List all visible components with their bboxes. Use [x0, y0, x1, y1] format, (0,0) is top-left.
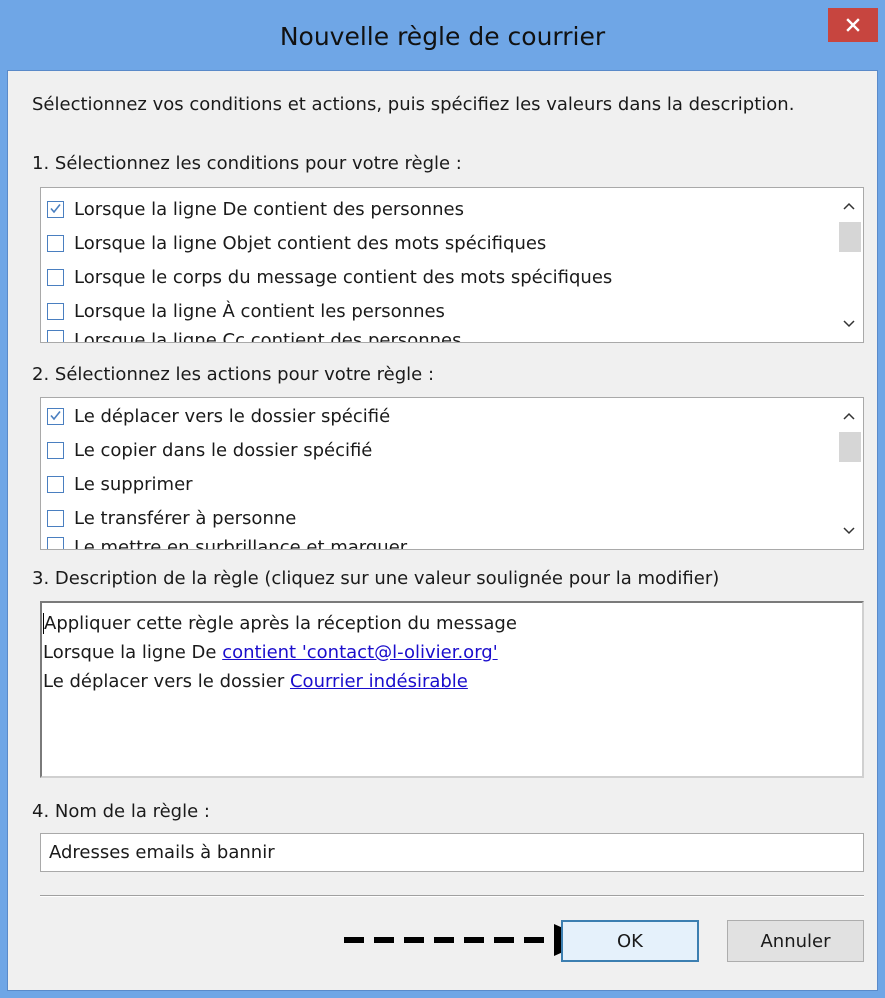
checkbox-unchecked[interactable]	[47, 302, 64, 320]
action-item[interactable]: Le supprimer	[47, 467, 833, 501]
checkbox-unchecked[interactable]	[47, 537, 64, 549]
actions-list[interactable]: Le déplacer vers le dossier spécifié Le …	[40, 397, 864, 550]
scroll-up-button[interactable]	[835, 402, 863, 430]
action-item[interactable]: Le déplacer vers le dossier spécifié	[47, 399, 833, 433]
actions-scrollbar[interactable]	[835, 398, 863, 549]
condition-label: Lorsque la ligne À contient les personne…	[74, 300, 445, 322]
condition-item[interactable]: Lorsque le corps du message contient des…	[47, 260, 833, 294]
condition-label: Lorsque le corps du message contient des…	[74, 266, 613, 288]
condition-item[interactable]: Lorsque la ligne De contient des personn…	[47, 192, 833, 226]
divider	[40, 895, 864, 897]
action-item[interactable]: Le transférer à personne	[47, 501, 833, 535]
rule-description-box[interactable]: Appliquer cette règle après la réception…	[40, 601, 864, 778]
cancel-button[interactable]: Annuler	[727, 920, 864, 962]
description-line-1: Appliquer cette règle après la réception…	[43, 609, 862, 638]
description-text: Lorsque la ligne De	[43, 642, 223, 663]
condition-item[interactable]: Lorsque la ligne À contient les personne…	[47, 294, 833, 328]
checkbox-checked[interactable]	[47, 200, 64, 218]
action-label: Le transférer à personne	[74, 507, 297, 529]
conditions-list[interactable]: Lorsque la ligne De contient des personn…	[40, 187, 864, 343]
dashed-arrow-icon	[344, 924, 590, 956]
action-item[interactable]: Le mettre en surbrillance et marquer	[47, 537, 833, 550]
description-line-3: Le déplacer vers le dossier Courrier ind…	[43, 667, 862, 696]
scroll-down-button[interactable]	[835, 310, 863, 338]
checkbox-unchecked[interactable]	[47, 441, 64, 459]
dialog-window: Nouvelle règle de courrier Sélectionnez …	[0, 0, 885, 998]
actions-label: 2. Sélectionnez les actions pour votre r…	[32, 364, 435, 385]
checkbox-unchecked[interactable]	[47, 509, 64, 527]
scroll-track[interactable]	[839, 432, 861, 515]
close-button[interactable]	[828, 8, 878, 42]
folder-link[interactable]: Courrier indésirable	[290, 671, 468, 692]
scroll-down-button[interactable]	[835, 517, 863, 545]
chevron-up-icon	[843, 412, 855, 420]
intro-text: Sélectionnez vos conditions et actions, …	[32, 94, 795, 115]
rule-name-label: 4. Nom de la règle :	[32, 801, 210, 822]
checkbox-unchecked[interactable]	[47, 475, 64, 493]
action-label: Le déplacer vers le dossier spécifié	[74, 405, 391, 427]
ok-button[interactable]: OK	[561, 920, 699, 962]
sender-condition-link[interactable]: contient 'contact@l-olivier.org'	[222, 642, 497, 663]
action-label: Le mettre en surbrillance et marquer	[74, 537, 408, 550]
description-text: Le déplacer vers le dossier	[43, 671, 290, 692]
checkbox-unchecked[interactable]	[47, 330, 64, 342]
rule-name-input[interactable]: Adresses emails à bannir	[40, 833, 864, 872]
conditions-label: 1. Sélectionnez les conditions pour votr…	[32, 153, 462, 174]
condition-label: Lorsque la ligne De contient des personn…	[74, 198, 464, 220]
action-label: Le supprimer	[74, 473, 193, 495]
title-bar[interactable]: Nouvelle règle de courrier	[0, 0, 885, 70]
condition-label: Lorsque la ligne Cc contient des personn…	[74, 330, 462, 343]
close-icon	[846, 18, 860, 32]
checkmark-icon	[50, 410, 61, 420]
scroll-thumb[interactable]	[839, 432, 861, 462]
scroll-track[interactable]	[839, 222, 861, 308]
checkbox-checked[interactable]	[47, 407, 64, 425]
chevron-down-icon	[843, 527, 855, 535]
chevron-up-icon	[843, 202, 855, 210]
condition-item[interactable]: Lorsque la ligne Cc contient des personn…	[47, 330, 833, 343]
conditions-scrollbar[interactable]	[835, 188, 863, 342]
checkmark-icon	[50, 203, 61, 213]
scroll-up-button[interactable]	[835, 192, 863, 220]
description-text: Appliquer cette règle après la réception…	[44, 613, 517, 634]
checkbox-unchecked[interactable]	[47, 234, 64, 252]
action-item[interactable]: Le copier dans le dossier spécifié	[47, 433, 833, 467]
chevron-down-icon	[843, 320, 855, 328]
condition-label: Lorsque la ligne Objet contient des mots…	[74, 232, 547, 254]
condition-item[interactable]: Lorsque la ligne Objet contient des mots…	[47, 226, 833, 260]
checkbox-unchecked[interactable]	[47, 268, 64, 286]
scroll-thumb[interactable]	[839, 222, 861, 252]
description-label: 3. Description de la règle (cliquez sur …	[32, 568, 720, 589]
window-title: Nouvelle règle de courrier	[279, 22, 606, 51]
description-line-2: Lorsque la ligne De contient 'contact@l-…	[43, 638, 862, 667]
action-label: Le copier dans le dossier spécifié	[74, 439, 373, 461]
